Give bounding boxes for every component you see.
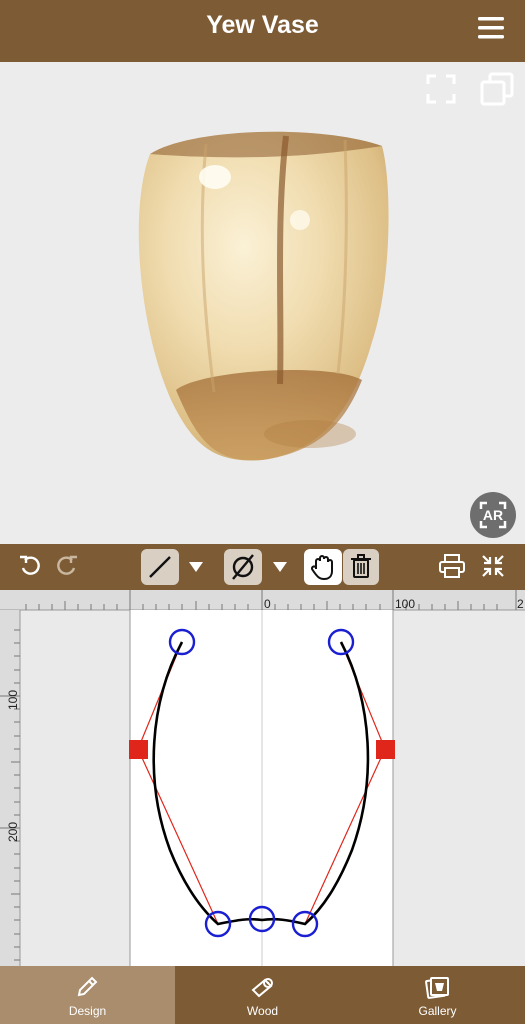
editor-toolbar	[0, 544, 525, 590]
layers-icon[interactable]	[480, 72, 514, 106]
undo-icon[interactable]	[18, 554, 42, 578]
trash-icon	[351, 554, 371, 578]
chevron-down-icon[interactable]	[187, 560, 205, 574]
vase-3d-render[interactable]	[0, 62, 525, 544]
line-tool-icon	[149, 556, 171, 578]
left-tangent-handle[interactable]	[129, 740, 148, 759]
ruler-label-2: 2	[517, 597, 524, 611]
tab-label: Gallery	[418, 1004, 457, 1018]
ruler-label-200-vertical: 200	[6, 822, 20, 842]
ar-label: AR	[483, 507, 503, 523]
profile-editor[interactable]: 0 100 2 100 200	[0, 590, 525, 966]
diameter-tool-icon	[232, 554, 254, 580]
page-title: Yew Vase	[206, 11, 319, 39]
tab-gallery[interactable]: Gallery	[350, 966, 525, 1024]
profile-canvas[interactable]: 0 100 2 100 200	[0, 590, 525, 966]
gallery-icon	[425, 977, 449, 999]
redo-icon[interactable]	[55, 554, 79, 578]
hamburger-icon[interactable]	[477, 15, 505, 41]
collapse-icon[interactable]	[480, 553, 506, 579]
ruler-label-100: 100	[395, 597, 415, 611]
hand-tool-button[interactable]	[304, 549, 342, 585]
3d-viewer[interactable]: AR	[0, 62, 525, 544]
chevron-down-icon[interactable]	[271, 560, 289, 574]
print-icon[interactable]	[438, 553, 466, 579]
ruler-label-100-vertical: 100	[6, 690, 20, 710]
log-icon	[251, 978, 273, 998]
bottom-tab-bar: Design Wood Gallery	[0, 966, 525, 1024]
fullscreen-icon[interactable]	[426, 74, 456, 104]
ar-button[interactable]: AR	[470, 492, 516, 538]
tab-label: Wood	[246, 1004, 279, 1018]
delete-button[interactable]	[343, 549, 379, 585]
right-tangent-handle[interactable]	[376, 740, 395, 759]
line-tool-button[interactable]	[141, 549, 179, 585]
tab-wood[interactable]: Wood	[175, 966, 350, 1024]
tab-label: Design	[68, 1004, 107, 1018]
pencil-icon	[77, 976, 98, 997]
diameter-tool-button[interactable]	[224, 549, 262, 585]
ruler-label-0: 0	[264, 597, 271, 611]
hand-tool-icon	[310, 555, 333, 581]
app-header: Yew Vase	[0, 0, 525, 62]
ar-icon: AR	[479, 501, 507, 529]
tab-design[interactable]: Design	[0, 966, 175, 1024]
